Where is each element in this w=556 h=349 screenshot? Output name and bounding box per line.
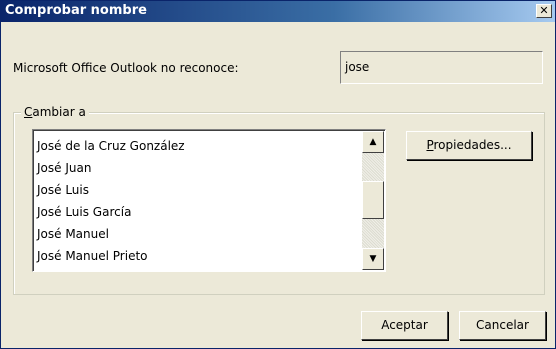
properties-button[interactable]: Propiedades...	[406, 131, 532, 160]
ok-button[interactable]: Aceptar	[361, 311, 448, 340]
list-item[interactable]: José Luis	[37, 179, 359, 201]
scroll-down-button[interactable]: ▼	[362, 248, 384, 270]
list-item[interactable]: José de la Cruz González	[37, 135, 359, 157]
suggestions-listbox[interactable]: José de la Cruz González José Juan José …	[32, 129, 386, 272]
unrecognized-label: Microsoft Office Outlook no reconoce:	[13, 61, 239, 75]
title-bar: Comprobar nombre ✕	[1, 1, 555, 22]
list-item[interactable]: José Manuel Prieto	[37, 245, 359, 267]
arrow-up-icon: ▲	[369, 137, 377, 147]
close-button[interactable]: ✕	[536, 4, 552, 18]
dialog-title: Comprobar nombre	[5, 3, 147, 18]
cancel-button[interactable]: Cancelar	[459, 311, 546, 340]
properties-accelerator: P	[426, 138, 434, 152]
properties-label: ropiedades...	[433, 138, 512, 152]
unrecognized-name-field: jose	[340, 51, 543, 84]
close-icon: ✕	[539, 4, 549, 17]
change-to-legend-text: ambiar a	[32, 105, 86, 119]
suggestions-list: José de la Cruz González José Juan José …	[37, 135, 359, 267]
list-item[interactable]: José Manuel	[37, 223, 359, 245]
check-name-dialog: Comprobar nombre ✕ Microsoft Office Outl…	[0, 0, 556, 349]
list-item[interactable]: José Juan	[37, 157, 359, 179]
scroll-thumb[interactable]	[362, 181, 384, 219]
scroll-up-button[interactable]: ▲	[362, 131, 384, 153]
arrow-down-icon: ▼	[369, 254, 377, 264]
change-to-legend: Cambiar a	[21, 105, 89, 119]
list-item[interactable]: José Luis García	[37, 201, 359, 223]
vertical-scrollbar[interactable]: ▲ ▼	[362, 131, 384, 270]
